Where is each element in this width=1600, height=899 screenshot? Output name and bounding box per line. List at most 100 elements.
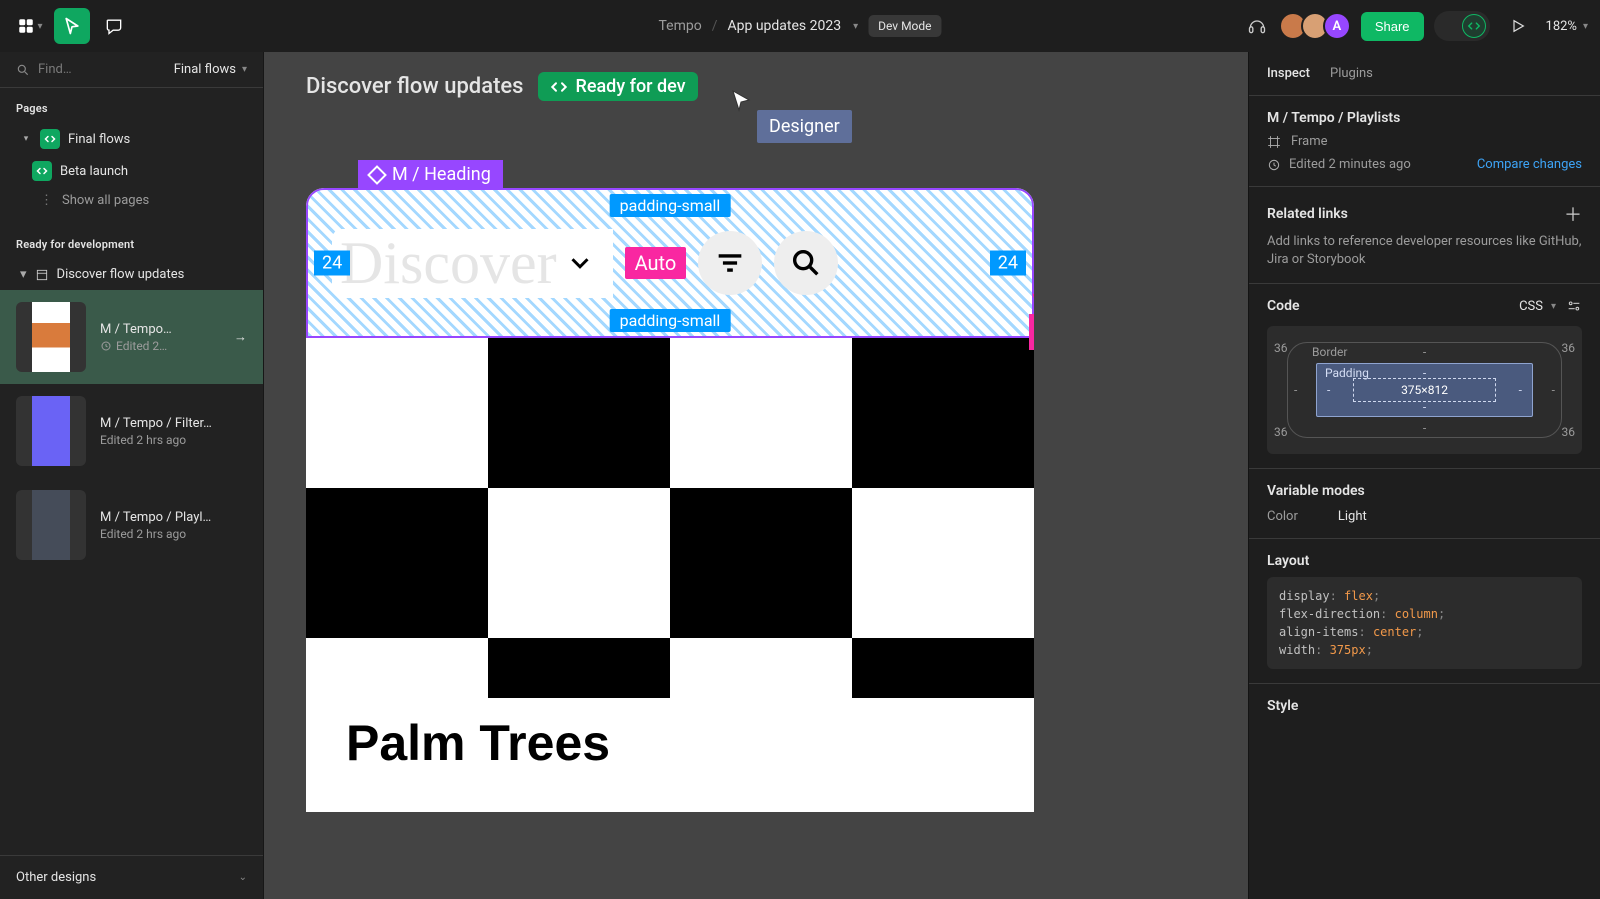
checker-row: [306, 638, 1034, 698]
diamond-icon: [367, 165, 387, 185]
tab-inspect[interactable]: Inspect: [1267, 66, 1310, 81]
chevron-down-icon: [565, 248, 595, 278]
frame-thumb[interactable]: M / Tempo / Playl… Edited 2 hrs ago: [0, 478, 263, 572]
code-language-dropdown[interactable]: CSS ▾: [1519, 299, 1556, 314]
chevron-down-icon: ▾: [20, 134, 32, 144]
discover-title: Discover: [332, 229, 613, 298]
canvas[interactable]: Discover flow updates Ready for dev Desi…: [264, 52, 1248, 899]
move-tool-button[interactable]: [54, 8, 90, 44]
box-size: 375×812: [1353, 378, 1496, 402]
section-title: Variable modes: [1267, 483, 1582, 499]
avatar[interactable]: A: [1323, 12, 1351, 40]
settings-icon[interactable]: [1566, 298, 1582, 314]
add-link-button[interactable]: ＋: [1564, 201, 1582, 227]
canvas-section-title: Discover flow updates: [306, 74, 524, 99]
pages-section-title: Pages: [0, 88, 263, 123]
section-icon: [35, 268, 49, 282]
related-links-desc: Add links to reference developer resourc…: [1267, 233, 1582, 269]
thumbnail: [16, 302, 86, 372]
frame-thumb-selected[interactable]: M / Tempo… Edited 2… →: [0, 290, 263, 384]
project-name: Tempo: [658, 18, 701, 34]
find-bar: Find… Final flows ▾: [0, 52, 263, 88]
present-button[interactable]: [1500, 8, 1536, 44]
filter-button[interactable]: [698, 231, 762, 295]
comment-tool-button[interactable]: [96, 8, 132, 44]
page-item-beta-launch[interactable]: Beta launch: [0, 155, 263, 187]
cursor-label: Designer: [757, 110, 852, 143]
discover-header-component[interactable]: padding-small padding-small 24 24 Discov…: [306, 188, 1034, 338]
file-name: App updates 2023: [727, 18, 841, 34]
tab-plugins[interactable]: Plugins: [1330, 66, 1373, 81]
share-button[interactable]: Share: [1361, 12, 1424, 41]
search-icon: [16, 63, 30, 77]
mode-chip[interactable]: Dev Mode: [868, 15, 941, 37]
ready-section-title: Ready for development: [0, 224, 263, 259]
show-all-pages[interactable]: ⋮ Show all pages: [0, 187, 263, 214]
history-icon: [1267, 158, 1281, 172]
section-title: Code: [1267, 298, 1300, 314]
ready-for-dev-badge[interactable]: Ready for dev: [538, 72, 698, 101]
other-designs-toggle[interactable]: Other designs ⌄: [0, 855, 263, 899]
layout-section: Layout display: flex;flex-direction: col…: [1249, 539, 1600, 684]
layout-code[interactable]: display: flex;flex-direction: column;ali…: [1267, 577, 1582, 669]
page-item-final-flows[interactable]: ▾ Final flows: [0, 123, 263, 155]
filter-icon: [713, 246, 747, 280]
style-section: Style: [1249, 684, 1600, 728]
section-title: Related links: [1267, 206, 1348, 222]
inspect-tabs: Inspect Plugins: [1249, 52, 1600, 96]
variable-modes-section: Variable modes Color Light: [1249, 469, 1600, 539]
collaborator-avatars[interactable]: A: [1285, 12, 1351, 40]
cursor-icon: [1028, 290, 1034, 316]
variable-row: Color Light: [1267, 509, 1582, 524]
chevron-down-icon: ⌄: [239, 872, 247, 883]
chevron-down-icon: ▾: [242, 64, 247, 75]
compare-changes-link[interactable]: Compare changes: [1477, 157, 1582, 172]
code-icon: [550, 78, 568, 96]
section-row[interactable]: ▾ Discover flow updates: [0, 259, 263, 290]
checker-image-placeholder: [306, 338, 1034, 638]
top-right: A Share 182% ▾: [1239, 8, 1588, 44]
search-button[interactable]: [774, 231, 838, 295]
thumbnail: [16, 396, 86, 466]
top-left-tools: ▾: [12, 8, 132, 44]
padding-bottom-label: padding-small: [610, 309, 731, 332]
canvas-frame[interactable]: padding-small padding-small 24 24 Discov…: [306, 188, 1034, 812]
ready-badge-icon: [40, 129, 60, 149]
edited-row: Edited 2 minutes ago Compare changes: [1267, 157, 1582, 172]
box-model-diagram: 36 36 36 36 Border - - - - Padding - - -…: [1267, 326, 1582, 454]
breadcrumb[interactable]: Tempo / App updates 2023 ▾ Dev Mode: [658, 15, 941, 37]
dev-mode-toggle[interactable]: [1434, 11, 1490, 41]
chevron-down-icon[interactable]: ▾: [853, 21, 858, 32]
frame-thumb[interactable]: M / Tempo / Filter… Edited 2 hrs ago: [0, 384, 263, 478]
auto-gap-label: Auto: [625, 247, 687, 279]
search-input[interactable]: Find…: [16, 62, 72, 77]
padding-left-label: 24: [314, 251, 350, 276]
content-title: Palm Trees: [306, 698, 1034, 812]
frame-name: M / Tempo / Filter…: [100, 416, 247, 431]
history-icon: [100, 340, 112, 352]
component-label[interactable]: M / Heading: [358, 160, 503, 189]
frame-type-row: Frame: [1267, 134, 1582, 149]
code-section: Code CSS ▾ 36 36 36 36 Border -: [1249, 284, 1600, 469]
chevron-down-icon: ▾: [37, 21, 42, 32]
collaborator-cursor-developer: Developer: [1029, 314, 1034, 350]
frame-info-section: M / Tempo / Playlists Frame Edited 2 min…: [1249, 96, 1600, 187]
cursor-icon: [729, 88, 753, 112]
thumbnail: [16, 490, 86, 560]
arrow-right-icon[interactable]: →: [234, 329, 247, 345]
ready-badge-icon: [32, 161, 52, 181]
chevron-down-icon: ▾: [1583, 21, 1588, 32]
frame-time: Edited 2 hrs ago: [100, 433, 247, 447]
frame-path: M / Tempo / Playlists: [1267, 110, 1582, 126]
chevron-down-icon: ▾: [1551, 301, 1556, 312]
collaborator-cursor-designer: Designer: [729, 88, 852, 143]
section-title: Layout: [1267, 553, 1582, 569]
pages-filter-dropdown[interactable]: Final flows ▾: [174, 62, 247, 77]
zoom-level[interactable]: 182% ▾: [1546, 19, 1588, 34]
canvas-section-header: Discover flow updates Ready for dev: [306, 72, 698, 101]
frame-icon: [1267, 135, 1281, 149]
search-icon: [789, 246, 823, 280]
audio-button[interactable]: [1239, 8, 1275, 44]
code-icon: [1467, 19, 1481, 33]
figma-menu-button[interactable]: ▾: [12, 8, 48, 44]
